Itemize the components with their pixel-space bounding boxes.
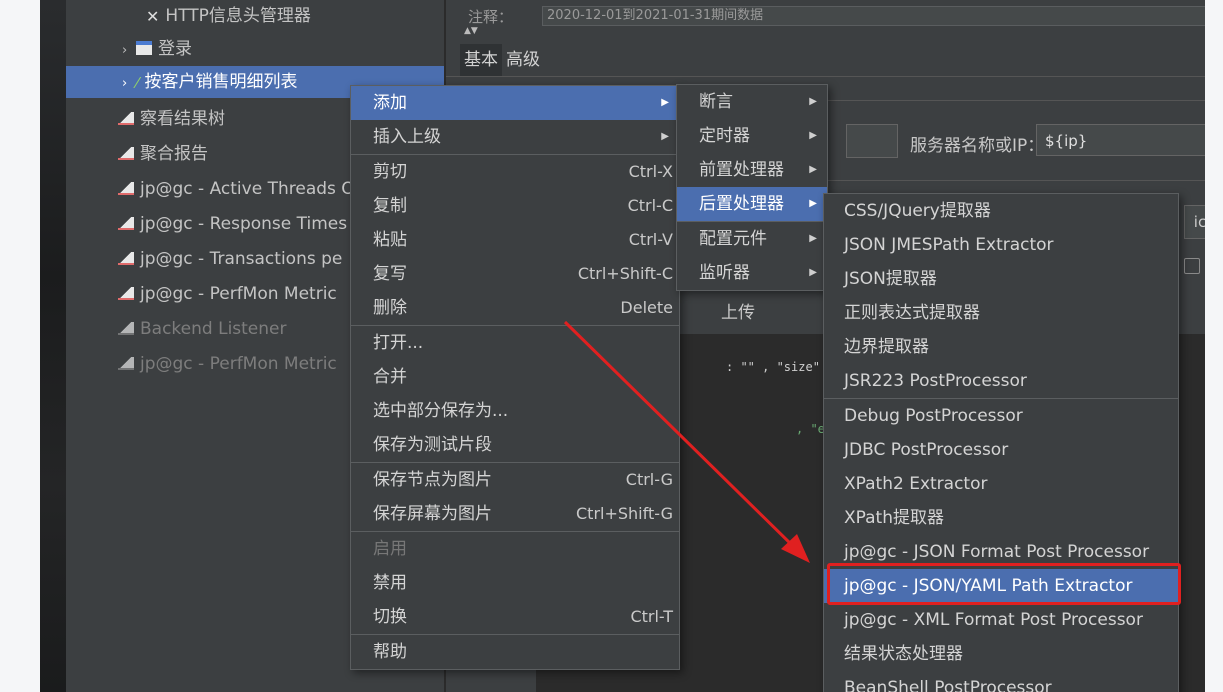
annotation-highlight-box — [827, 563, 1181, 605]
jmeter-window: ✕ HTTP信息头管理器 › 登录 › ⁄ 按客户销售明细列表 察看结果树 聚合报告 j… — [40, 0, 1205, 692]
